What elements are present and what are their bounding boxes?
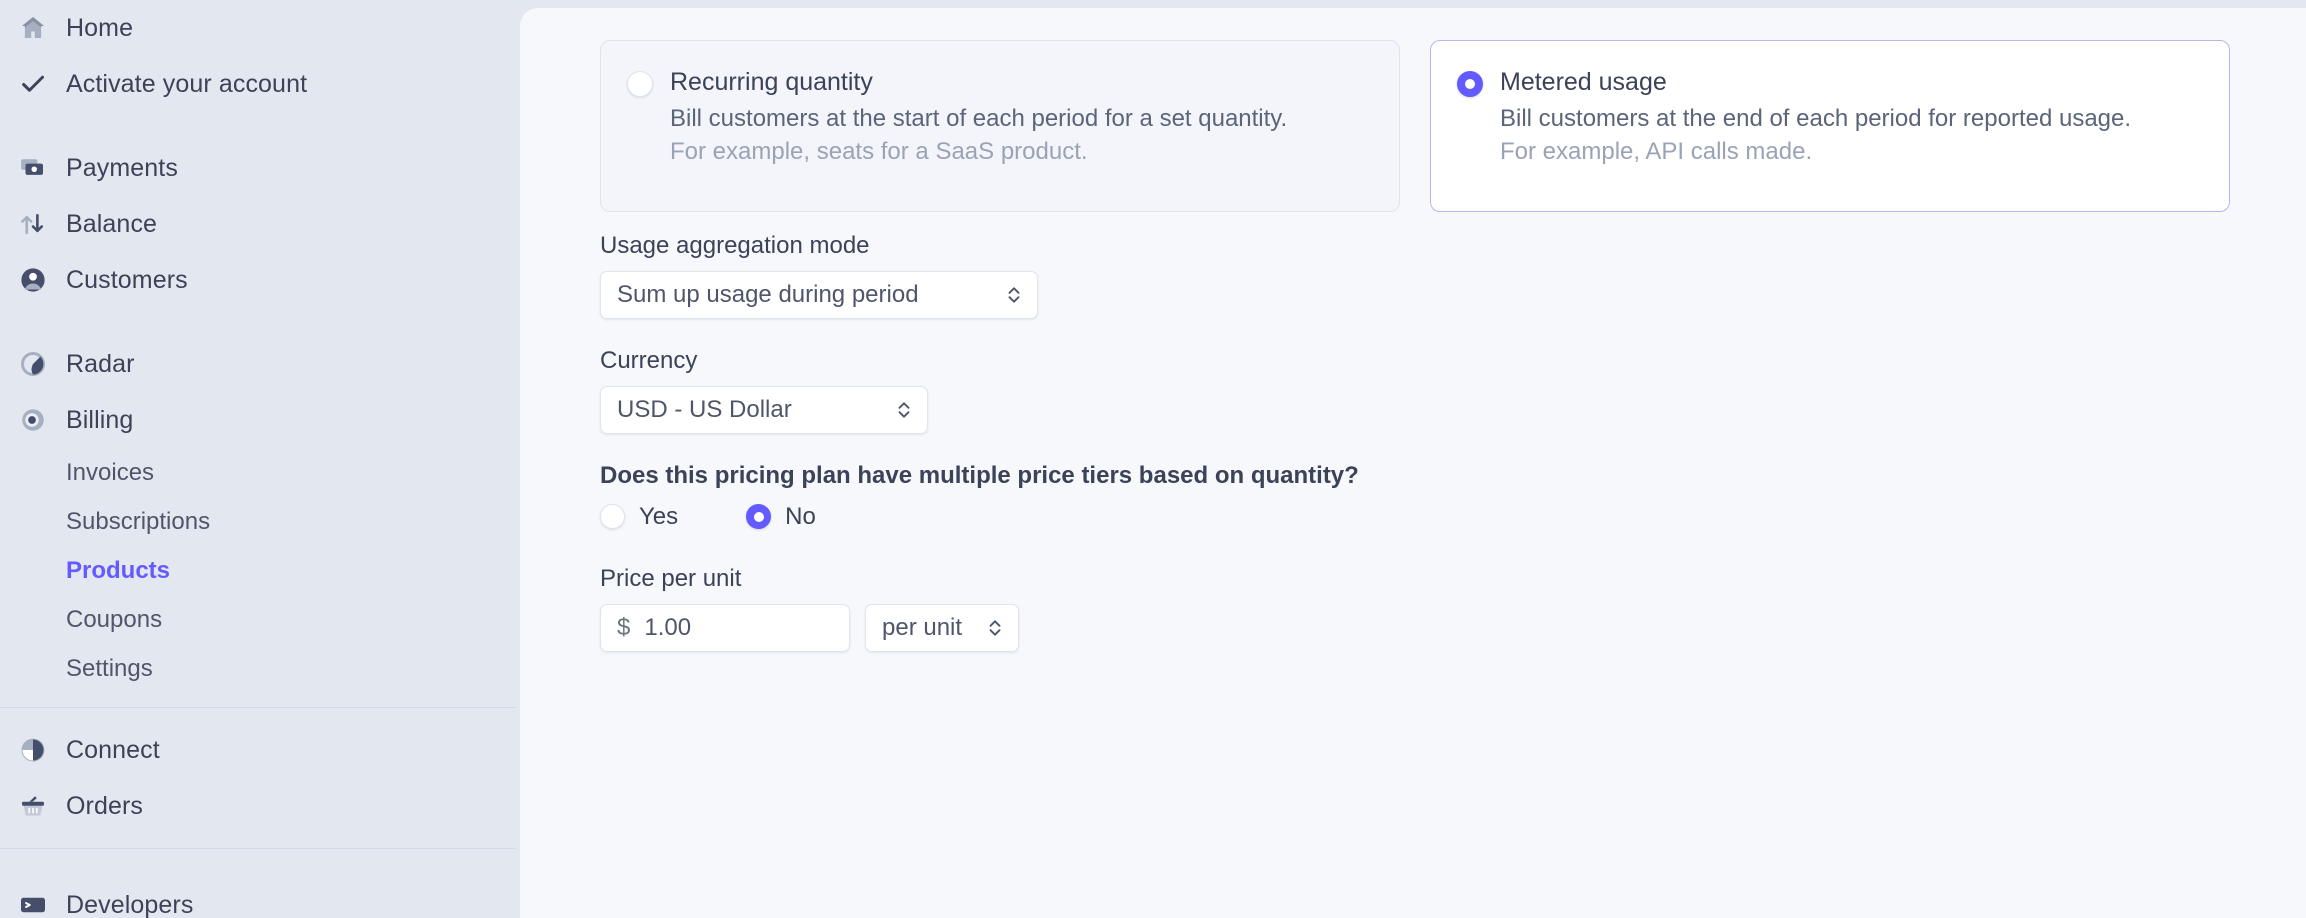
field-label: Usage aggregation mode: [600, 232, 870, 259]
sidebar-item-label: Customers: [66, 265, 188, 294]
terminal-icon: [16, 888, 50, 918]
sidebar: Home Activate your account Payments Bala…: [0, 0, 516, 918]
payments-icon: [16, 151, 50, 185]
balance-icon: [16, 207, 50, 241]
sidebar-item-label: Billing: [66, 405, 134, 434]
select-value: USD - US Dollar: [617, 396, 792, 423]
chevron-updown-icon: [986, 616, 1004, 640]
option-title: Metered usage: [1500, 68, 1667, 96]
currency-symbol-icon: $: [617, 614, 631, 641]
sidebar-group-main: Home Activate your account: [0, 0, 516, 112]
option-header: Recurring quantity: [627, 69, 1369, 97]
option-example: For example, API calls made.: [1500, 138, 1813, 166]
price-tiers-radio-group: Yes No: [600, 504, 2266, 529]
sidebar-subitem-label: Settings: [66, 654, 153, 682]
page-title: Pricing: [600, 8, 692, 9]
sidebar-item-orders[interactable]: Orders: [0, 778, 516, 834]
sidebar-item-home[interactable]: Home: [0, 0, 516, 56]
home-icon: [16, 11, 50, 45]
radio-no[interactable]: [746, 504, 772, 529]
field-usage-aggregation-mode: Usage aggregation mode Sum up usage duri…: [600, 234, 2266, 319]
billing-icon: [16, 403, 50, 437]
usage-aggregation-select[interactable]: Sum up usage during period: [600, 271, 1038, 319]
sidebar-item-billing[interactable]: Billing: [0, 392, 516, 448]
option-card-recurring-quantity[interactable]: Recurring quantity Bill customers at the…: [600, 40, 1400, 212]
sidebar-item-customers[interactable]: Customers: [0, 252, 516, 308]
radio-option-yes[interactable]: Yes: [600, 504, 678, 529]
sidebar-item-label: Balance: [66, 209, 158, 238]
orders-icon: [16, 789, 50, 823]
price-per-unit-input[interactable]: $ 1.00: [600, 604, 850, 652]
sidebar-item-label: Payments: [66, 153, 178, 182]
radio-label: No: [785, 502, 816, 530]
sidebar-subitem-label: Invoices: [66, 458, 155, 486]
price-tiers-question: Does this pricing plan have multiple pri…: [600, 462, 1359, 489]
field-price-per-unit: Price per unit $ 1.00 per unit: [600, 567, 2266, 652]
sidebar-item-settings[interactable]: Settings: [0, 644, 516, 693]
sidebar-group-products: Radar Billing Invoices Subscriptions Pro…: [0, 336, 516, 693]
sidebar-item-balance[interactable]: Balance: [0, 196, 516, 252]
sidebar-item-label: Activate your account: [66, 69, 308, 98]
currency-select[interactable]: USD - US Dollar: [600, 386, 928, 434]
option-card-metered-usage[interactable]: Metered usage Bill customers at the end …: [1430, 40, 2230, 212]
sidebar-item-subscriptions[interactable]: Subscriptions: [0, 497, 516, 546]
pricing-panel: Pricing Recurring quantity Bill customer…: [520, 8, 2306, 918]
sidebar-subitem-label: Coupons: [66, 605, 163, 633]
section-heading-clip: Pricing: [560, 8, 2266, 12]
sidebar-item-label: Developers: [66, 890, 194, 918]
sidebar-item-label: Radar: [66, 349, 135, 378]
chevron-updown-icon: [1005, 283, 1023, 307]
sidebar-subitem-label: Products: [66, 556, 171, 584]
field-currency: Currency USD - US Dollar: [600, 349, 2266, 434]
radio-recurring-quantity[interactable]: [627, 71, 653, 97]
sidebar-item-connect[interactable]: Connect: [0, 722, 516, 778]
option-description: Bill customers at the start of each peri…: [670, 105, 1288, 132]
sidebar-item-coupons[interactable]: Coupons: [0, 595, 516, 644]
select-value: Sum up usage during period: [617, 281, 919, 308]
check-icon: [16, 67, 50, 101]
option-title: Recurring quantity: [670, 68, 873, 96]
option-header: Metered usage: [1457, 69, 2199, 97]
radio-metered-usage[interactable]: [1457, 71, 1483, 97]
radio-option-no[interactable]: No: [746, 504, 816, 529]
sidebar-group-extensions: Connect Orders: [0, 722, 516, 834]
option-example: For example, seats for a SaaS product.: [670, 138, 1088, 166]
sidebar-item-activate-your-account[interactable]: Activate your account: [0, 56, 516, 112]
price-unit-select[interactable]: per unit: [865, 604, 1019, 652]
connect-icon: [16, 733, 50, 767]
sidebar-item-invoices[interactable]: Invoices: [0, 448, 516, 497]
sidebar-item-developers[interactable]: Developers: [0, 877, 516, 918]
select-value: per unit: [882, 614, 963, 641]
billing-type-options: Recurring quantity Bill customers at the…: [560, 12, 2266, 212]
main-wrapper: Pricing Recurring quantity Bill customer…: [516, 0, 2306, 918]
field-price-tiers: Does this pricing plan have multiple pri…: [600, 464, 2266, 529]
price-value: 1.00: [644, 614, 692, 641]
radio-label: Yes: [639, 502, 679, 530]
sidebar-item-radar[interactable]: Radar: [0, 336, 516, 392]
sidebar-item-label: Home: [66, 13, 134, 42]
price-row: $ 1.00 per unit: [600, 604, 2266, 652]
radio-yes[interactable]: [600, 504, 625, 529]
field-label: Currency: [600, 347, 698, 374]
sidebar-group-business: Payments Balance Customers: [0, 140, 516, 308]
chevron-updown-icon: [895, 398, 913, 422]
sidebar-item-label: Connect: [66, 735, 160, 764]
option-description: Bill customers at the end of each period…: [1500, 105, 2132, 132]
customers-icon: [16, 263, 50, 297]
sidebar-subitem-label: Subscriptions: [66, 507, 211, 535]
sidebar-item-products[interactable]: Products: [0, 546, 516, 595]
radar-icon: [16, 347, 50, 381]
sidebar-item-label: Orders: [66, 791, 144, 820]
pricing-form: Usage aggregation mode Sum up usage duri…: [560, 212, 2266, 652]
sidebar-item-payments[interactable]: Payments: [0, 140, 516, 196]
field-label: Price per unit: [600, 565, 742, 592]
app-root: Home Activate your account Payments Bala…: [0, 0, 2306, 918]
